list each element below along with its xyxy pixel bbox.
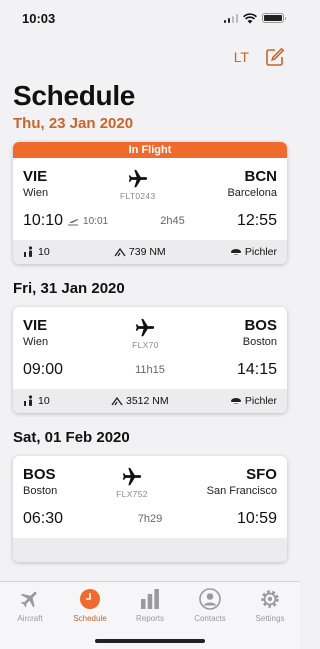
times-row: 06:30 7h29 10:59 bbox=[13, 500, 287, 538]
status-bar: 10:03 bbox=[0, 0, 300, 36]
departure-city: Boston bbox=[23, 485, 58, 497]
arrival-time: 12:55 bbox=[236, 212, 277, 229]
arrival-code: BCN bbox=[244, 168, 277, 185]
arrival-city: San Francisco bbox=[206, 485, 277, 497]
tab-label: Contacts bbox=[194, 614, 226, 623]
gear-icon bbox=[261, 590, 279, 608]
passengers-icon bbox=[23, 395, 35, 407]
departure-city: Wien bbox=[23, 336, 49, 348]
flight-footer: 10 739 NM Pichler bbox=[13, 240, 287, 264]
signal-icon bbox=[223, 13, 238, 23]
tab-settings[interactable]: Settings bbox=[240, 588, 300, 649]
distance-icon bbox=[114, 246, 126, 258]
section-date: Thu, 23 Jan 2020 bbox=[13, 115, 134, 132]
section-date: Fri, 31 Jan 2020 bbox=[13, 280, 125, 297]
flight-card[interactable]: In Flight VIE Wien FLT0243 BCN Barcelona… bbox=[13, 142, 287, 264]
takeoff-icon bbox=[68, 219, 79, 226]
flight-distance: 739 NM bbox=[128, 246, 166, 258]
flight-distance: 3512 NM bbox=[125, 395, 169, 407]
battery-icon bbox=[262, 13, 286, 23]
departure-code: VIE bbox=[23, 317, 48, 334]
tab-aircraft[interactable]: Aircraft bbox=[0, 588, 60, 649]
in-flight-banner: In Flight bbox=[13, 142, 287, 158]
flight-card[interactable]: VIE Wien FLX70 BOS Boston 09:00 11h15 14… bbox=[13, 307, 287, 413]
distance-icon bbox=[111, 395, 123, 407]
person-icon bbox=[199, 588, 221, 610]
captain-hat-icon bbox=[230, 395, 242, 407]
times-row: 09:00 11h15 14:15 bbox=[13, 351, 287, 389]
clock-icon bbox=[80, 589, 100, 609]
captain-name: Pichler bbox=[244, 246, 277, 258]
route-row: BOS Boston FLX752 SFO San Francisco bbox=[13, 456, 287, 500]
flight-duration: 7h29 bbox=[137, 513, 163, 525]
section-date: Sat, 01 Feb 2020 bbox=[13, 429, 130, 446]
tab-label: Reports bbox=[135, 614, 164, 623]
flight-footer bbox=[13, 538, 287, 562]
flight-number: FLT0243 bbox=[120, 191, 156, 201]
passenger-count: 10 bbox=[38, 246, 50, 258]
flight-number: FLX70 bbox=[132, 340, 159, 350]
times-row: 10:10 10:01 2h45 12:55 bbox=[13, 202, 287, 240]
arrival-code: SFO bbox=[246, 466, 277, 483]
arrival-time: 10:59 bbox=[236, 510, 277, 527]
airplane-icon bbox=[20, 591, 37, 608]
departure-code: VIE bbox=[23, 168, 48, 185]
departure-city: Wien bbox=[23, 187, 49, 199]
home-indicator bbox=[95, 639, 205, 643]
status-icons bbox=[223, 12, 286, 24]
wifi-icon bbox=[243, 12, 257, 23]
tab-label: Schedule bbox=[73, 614, 107, 623]
captain-name: Pichler bbox=[244, 395, 277, 407]
route-row: VIE Wien FLX70 BOS Boston bbox=[13, 307, 287, 351]
departure-time: 10:10 bbox=[23, 212, 64, 229]
route-row: VIE Wien FLT0243 BCN Barcelona bbox=[13, 158, 287, 202]
compose-icon[interactable] bbox=[265, 47, 285, 67]
flight-card[interactable]: BOS Boston FLX752 SFO San Francisco 06:3… bbox=[13, 456, 287, 562]
status-time: 10:03 bbox=[22, 10, 56, 26]
departure-time: 09:00 bbox=[23, 361, 64, 378]
flight-duration: 11h15 bbox=[135, 364, 165, 376]
airplane-icon bbox=[134, 317, 156, 339]
page-title: Schedule bbox=[13, 80, 136, 111]
departure-code: BOS bbox=[23, 466, 56, 483]
passenger-count: 10 bbox=[38, 395, 50, 407]
arrival-city: Barcelona bbox=[227, 187, 277, 199]
flight-number: FLX752 bbox=[116, 489, 148, 499]
arrival-time: 14:15 bbox=[236, 361, 277, 378]
airplane-icon bbox=[127, 168, 149, 190]
tab-label: Settings bbox=[255, 614, 285, 623]
arrival-city: Boston bbox=[242, 336, 277, 348]
nav-actions: LT bbox=[0, 36, 300, 70]
passengers-icon bbox=[23, 246, 35, 258]
flight-footer: 10 3512 NM Pichler bbox=[13, 389, 287, 413]
bar-chart-icon bbox=[141, 589, 159, 609]
actual-departure-time: 10:01 bbox=[83, 215, 109, 227]
airplane-icon bbox=[121, 466, 143, 488]
tab-label: Aircraft bbox=[17, 614, 43, 623]
departure-time: 06:30 bbox=[23, 510, 64, 527]
captain-hat-icon bbox=[230, 246, 242, 258]
arrival-code: BOS bbox=[244, 317, 277, 334]
local-time-toggle-button[interactable]: LT bbox=[234, 49, 249, 65]
flight-duration: 2h45 bbox=[160, 215, 185, 227]
